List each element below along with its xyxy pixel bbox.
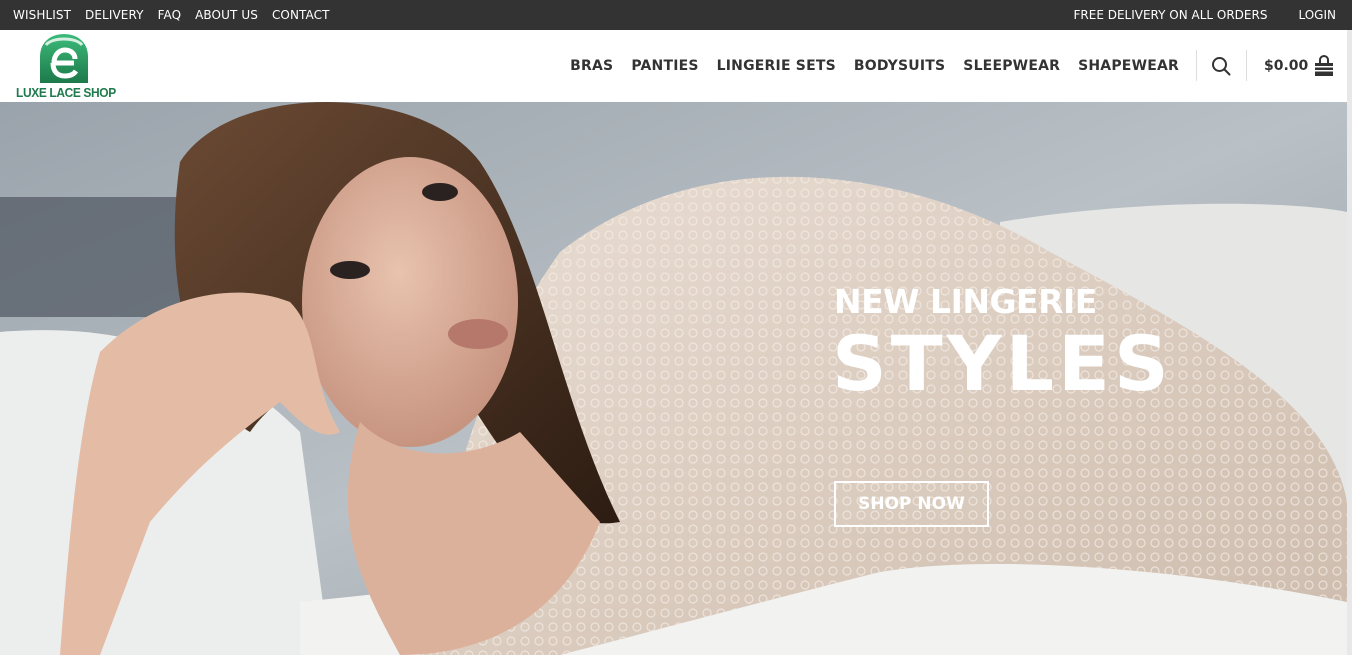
nav-bodysuits[interactable]: BODYSUITS xyxy=(854,58,945,74)
nav-shapewear[interactable]: SHAPEWEAR xyxy=(1078,58,1179,74)
cart-amount: $0.00 xyxy=(1264,58,1309,74)
shop-now-button[interactable]: SHOP NOW xyxy=(834,481,989,527)
cart-button[interactable]: $0.00 xyxy=(1264,54,1334,78)
top-links: WISHLIST DELIVERY FAQ ABOUT US CONTACT xyxy=(0,8,344,22)
top-right: FREE DELIVERY ON ALL ORDERS LOGIN xyxy=(1074,8,1352,22)
logo-icon xyxy=(40,34,88,83)
delivery-link[interactable]: DELIVERY xyxy=(85,8,144,22)
logo[interactable]: LUXE LACE SHOP xyxy=(14,33,116,101)
about-us-link[interactable]: ABOUT US xyxy=(195,8,258,22)
contact-link[interactable]: CONTACT xyxy=(272,8,330,22)
main-nav: BRAS PANTIES LINGERIE SETS BODYSUITS SLE… xyxy=(552,30,1179,102)
nav-sleepwear[interactable]: SLEEPWEAR xyxy=(963,58,1060,74)
login-link[interactable]: LOGIN xyxy=(1298,8,1336,22)
shopping-bag-icon xyxy=(1315,55,1334,76)
hero-title: STYLES xyxy=(832,319,1173,408)
nav-divider xyxy=(1196,50,1197,81)
main-header: LUXE LACE SHOP BRAS PANTIES LINGERIE SET… xyxy=(0,30,1352,102)
scrollbar[interactable] xyxy=(1347,30,1352,655)
search-icon[interactable] xyxy=(1210,55,1232,77)
promo-text: FREE DELIVERY ON ALL ORDERS xyxy=(1073,8,1268,22)
wishlist-link[interactable]: WISHLIST xyxy=(13,8,71,22)
faq-link[interactable]: FAQ xyxy=(158,8,182,22)
hero-subtitle: NEW LINGERIE xyxy=(834,282,1097,321)
nav-bras[interactable]: BRAS xyxy=(570,58,613,74)
hero-banner: NEW LINGERIE STYLES SHOP NOW xyxy=(0,102,1347,655)
logo-text: LUXE LACE SHOP xyxy=(16,85,116,100)
nav-lingerie-sets[interactable]: LINGERIE SETS xyxy=(717,58,836,74)
top-utility-bar: WISHLIST DELIVERY FAQ ABOUT US CONTACT F… xyxy=(0,0,1352,30)
nav-divider xyxy=(1246,50,1247,81)
nav-panties[interactable]: PANTIES xyxy=(631,58,698,74)
